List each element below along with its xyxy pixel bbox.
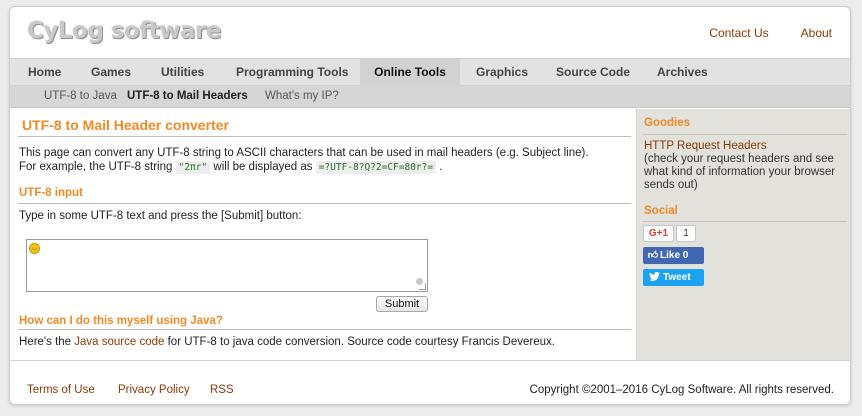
goodies-title: Goodies	[644, 117, 691, 129]
sidebar: Goodies HTTP Request Headers (check your…	[636, 109, 850, 360]
terms-of-use-link[interactable]: Terms of Use	[27, 384, 95, 396]
divider	[18, 136, 631, 137]
sub-nav: UTF-8 to Java UTF-8 to Mail Headers What…	[10, 86, 850, 108]
main-nav: Home Games Utilities Programming Tools O…	[10, 58, 850, 86]
subnav-whats-my-ip[interactable]: What's my IP?	[265, 86, 339, 107]
gplus-button[interactable]: G+1	[643, 225, 674, 242]
goodies-desc-line-1: (check your request headers and see	[644, 153, 834, 165]
java-text-a: Here's the	[19, 336, 72, 348]
example-text-c: .	[439, 161, 443, 173]
privacy-policy-link[interactable]: Privacy Policy	[118, 384, 190, 396]
example-text-a: For example, the UTF-8 string	[19, 161, 173, 173]
nav-home[interactable]: Home	[20, 59, 69, 86]
footer: Terms of Use Privacy Policy RSS Copyrigh…	[10, 360, 850, 404]
nav-utilities[interactable]: Utilities	[153, 59, 212, 86]
header: CyLog software Contact Us About	[10, 7, 850, 58]
http-request-headers-link[interactable]: HTTP Request Headers	[644, 140, 767, 153]
thumbs-up-icon: 👍︎	[647, 250, 659, 261]
tweet-label: Tweet	[663, 272, 691, 283]
top-links: Contact Us About	[709, 26, 832, 40]
twitter-bird-icon	[649, 272, 660, 281]
resize-handle[interactable]	[419, 283, 426, 290]
tweet-button[interactable]: Tweet	[643, 269, 704, 286]
subnav-utf8-to-mail-headers[interactable]: UTF-8 to Mail Headers	[127, 86, 248, 107]
about-link[interactable]: About	[801, 26, 832, 40]
rss-link[interactable]: RSS	[210, 384, 234, 396]
java-text-b: for UTF-8 to java code conversion. Sourc…	[167, 336, 555, 348]
divider	[643, 221, 847, 222]
utf8-textarea[interactable]: ◡	[26, 239, 428, 292]
subnav-utf8-to-java[interactable]: UTF-8 to Java	[44, 86, 117, 107]
gplus-count: 1	[676, 225, 696, 242]
submit-button[interactable]: Submit	[376, 296, 428, 312]
nav-graphics[interactable]: Graphics	[468, 59, 536, 86]
facebook-like-button[interactable]: 👍︎ Like 0	[643, 247, 704, 264]
page-title: UTF-8 to Mail Header converter	[22, 117, 229, 133]
divider	[18, 203, 631, 204]
nav-programming-tools[interactable]: Programming Tools	[228, 59, 356, 86]
java-source-link[interactable]: Java source code	[74, 336, 164, 348]
site-logo[interactable]: CyLog software	[27, 18, 222, 44]
section-title-java: How can I do this myself using Java?	[19, 315, 223, 327]
page: CyLog software Contact Us About Home Gam…	[9, 6, 851, 405]
example-text-b: will be displayed as	[213, 161, 313, 173]
nav-online-tools[interactable]: Online Tools	[360, 59, 460, 86]
copyright-text: Copyright ©2001–2016 CyLog Software. All…	[529, 384, 834, 396]
intro-text: This page can convert any UTF-8 string t…	[19, 147, 589, 159]
facebook-like-label: Like 0	[660, 250, 689, 261]
example-input-code: "2πr"	[175, 161, 211, 174]
contact-us-link[interactable]: Contact Us	[709, 26, 768, 40]
goodies-desc-line-3: sends out)	[644, 179, 698, 191]
java-text: Here's the Java source code for UTF-8 to…	[19, 336, 555, 349]
nav-source-code[interactable]: Source Code	[548, 59, 638, 86]
section-title-utf8-input: UTF-8 input	[19, 187, 83, 199]
example-output-code: =?UTF-8?Q?2=CF=80r?=	[315, 161, 437, 174]
example-text: For example, the UTF-8 string "2πr" will…	[19, 161, 443, 174]
smiley-icon: ◡	[29, 243, 40, 254]
input-instruction: Type in some UTF-8 text and press the [S…	[19, 210, 302, 222]
nav-archives[interactable]: Archives	[649, 59, 716, 86]
nav-games[interactable]: Games	[83, 59, 139, 86]
goodies-desc-line-2: what kind of information your browser	[644, 166, 836, 178]
social-title: Social	[644, 205, 678, 217]
divider	[18, 329, 631, 330]
divider	[643, 134, 847, 135]
